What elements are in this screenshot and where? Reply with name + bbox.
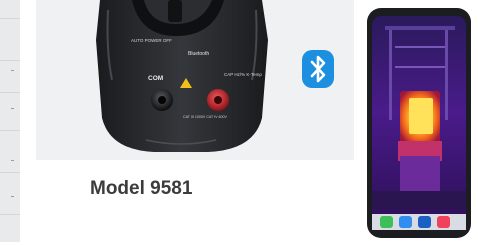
model-caption: Model 9581: [90, 178, 193, 199]
divider: [0, 172, 20, 173]
music-icon: [437, 216, 450, 228]
side-strip: [0, 0, 20, 242]
divider: [0, 60, 20, 61]
dial-pointer: [168, 0, 182, 22]
tick-mark: [11, 196, 14, 197]
divider: [0, 92, 20, 93]
call-icon: [380, 216, 393, 228]
tick-mark: [11, 70, 14, 71]
com-label: COM: [148, 75, 163, 82]
bluetooth-badge: [302, 50, 334, 88]
mode-labels: CAP Hz/% K-Temp: [224, 72, 262, 77]
phone-icon: [367, 8, 471, 238]
message-icon: [399, 216, 412, 228]
auto-power-off-label: AUTO POWER OFF: [131, 38, 172, 43]
divider: [0, 18, 20, 19]
bluetooth-icon: [302, 50, 334, 88]
phone-illustration: [365, 6, 473, 245]
tick-mark: [11, 160, 14, 161]
bluetooth-label: Bluetooth: [188, 51, 209, 57]
cat-rating: CAT III 1000V CAT IV 600V: [183, 115, 227, 119]
divider: [0, 130, 20, 131]
camera-icon: [418, 216, 431, 228]
tick-mark: [11, 108, 14, 109]
divider: [0, 214, 20, 215]
